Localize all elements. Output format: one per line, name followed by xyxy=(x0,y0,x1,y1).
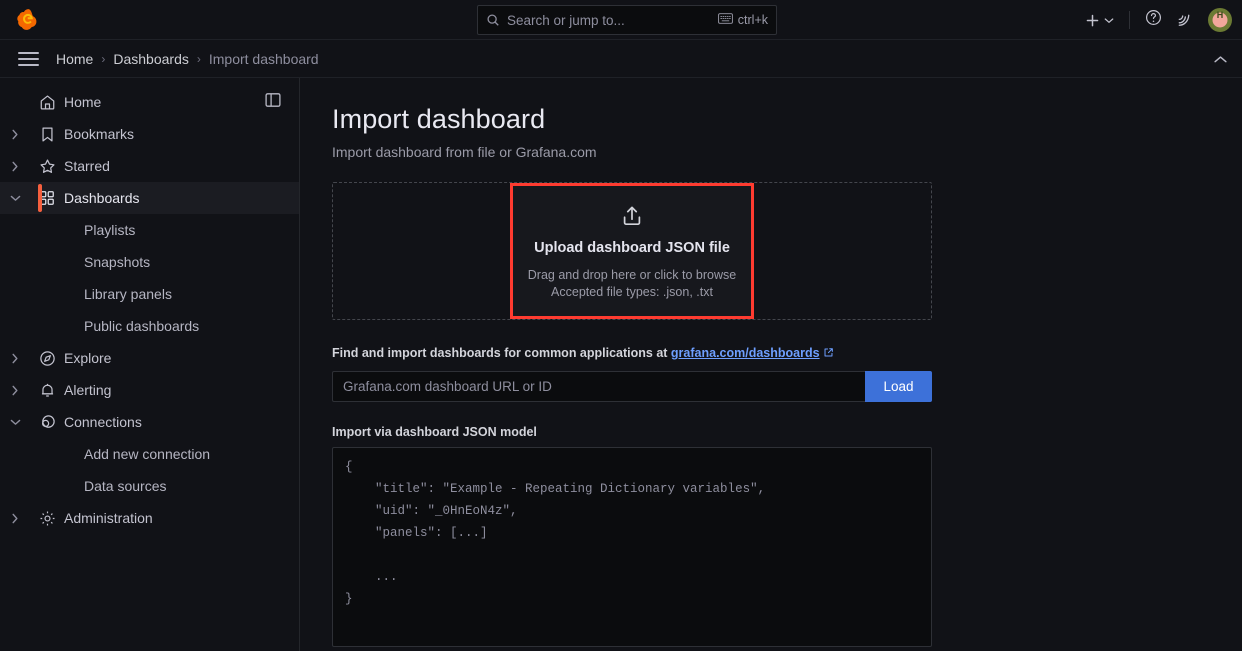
breadcrumb-item-dashboards[interactable]: Dashboards xyxy=(113,51,189,67)
dropzone-hint-line-1: Drag and drop here or click to browse xyxy=(528,267,736,284)
app-body: Home Bookmarks xyxy=(0,78,1242,651)
breadcrumb-bar: Home › Dashboards › Import dashboard xyxy=(0,40,1242,78)
divider xyxy=(1129,11,1130,29)
sidebar-item-add-new-connection[interactable]: Add new connection xyxy=(0,438,299,470)
breadcrumb-separator: › xyxy=(101,52,105,66)
search-placeholder: Search or jump to... xyxy=(507,13,711,28)
search-shortcut: ctrl+k xyxy=(718,11,768,29)
grafana-dashboards-link[interactable]: grafana.com/dashboards xyxy=(671,346,820,360)
gear-icon xyxy=(30,510,64,527)
avatar-initial: H xyxy=(1208,10,1232,20)
active-indicator xyxy=(38,184,42,212)
hamburger-menu-icon[interactable] xyxy=(0,40,56,78)
breadcrumb-item-import-dashboard: Import dashboard xyxy=(209,51,319,67)
sidebar-item-label: Playlists xyxy=(84,222,135,238)
chevron-up-icon[interactable] xyxy=(1213,40,1228,78)
highlight-box: Upload dashboard JSON file Drag and drop… xyxy=(510,183,754,319)
breadcrumb: Home › Dashboards › Import dashboard xyxy=(56,51,319,67)
url-import-row: Load xyxy=(332,371,932,402)
chevron-right-icon[interactable] xyxy=(0,513,30,524)
star-icon xyxy=(30,158,64,175)
dropzone-hint-line-2: Accepted file types: .json, .txt xyxy=(551,284,713,301)
page-title: Import dashboard xyxy=(332,104,1242,135)
sidebar-item-administration[interactable]: Administration xyxy=(0,502,299,534)
chevron-down-icon xyxy=(1104,17,1114,24)
avatar[interactable]: H xyxy=(1208,8,1232,32)
chevron-right-icon[interactable] xyxy=(0,129,30,140)
search-icon xyxy=(486,13,500,27)
bookmark-icon xyxy=(30,126,64,143)
url-section-label: Find and import dashboards for common ap… xyxy=(332,346,1242,361)
chevron-down-icon[interactable] xyxy=(0,194,30,202)
dropzone[interactable]: Upload dashboard JSON file Drag and drop… xyxy=(332,182,932,320)
sidebar-item-connections[interactable]: Connections xyxy=(0,406,299,438)
load-button[interactable]: Load xyxy=(865,371,932,402)
chevron-right-icon[interactable] xyxy=(0,161,30,172)
keyboard-icon xyxy=(718,11,733,29)
sidebar-item-bookmarks[interactable]: Bookmarks xyxy=(0,118,299,150)
sidebar-item-label: Administration xyxy=(64,510,153,526)
breadcrumb-separator: › xyxy=(197,52,201,66)
dropzone-title: Upload dashboard JSON file xyxy=(534,240,730,256)
sidebar-item-label: Dashboards xyxy=(64,190,140,206)
sidebar-item-label: Explore xyxy=(64,350,111,366)
connections-icon xyxy=(30,414,64,431)
new-button[interactable] xyxy=(1080,6,1119,34)
sidebar-item-label: Add new connection xyxy=(84,446,210,462)
top-bar-actions: H xyxy=(1080,0,1234,40)
bell-icon xyxy=(30,382,64,399)
sidebar-item-dashboards[interactable]: Dashboards xyxy=(0,182,299,214)
search-shortcut-label: ctrl+k xyxy=(738,13,768,27)
breadcrumb-item-home[interactable]: Home xyxy=(56,51,93,67)
sidebar-item-library-panels[interactable]: Library panels xyxy=(0,278,299,310)
sidebar-item-public-dashboards[interactable]: Public dashboards xyxy=(0,310,299,342)
help-circle-icon xyxy=(1145,9,1162,31)
page-subtitle: Import dashboard from file or Grafana.co… xyxy=(332,144,1242,160)
sidebar-item-data-sources[interactable]: Data sources xyxy=(0,470,299,502)
rss-icon xyxy=(1176,9,1193,31)
sidebar-item-label: Home xyxy=(64,94,101,110)
external-link-icon xyxy=(823,347,834,361)
sidebar: Home Bookmarks xyxy=(0,78,300,651)
sidebar-item-snapshots[interactable]: Snapshots xyxy=(0,246,299,278)
sidebar-item-playlists[interactable]: Playlists xyxy=(0,214,299,246)
help-button[interactable] xyxy=(1140,6,1167,34)
sidebar-item-label: Data sources xyxy=(84,478,166,494)
sidebar-item-explore[interactable]: Explore xyxy=(0,342,299,374)
sidebar-item-label: Connections xyxy=(64,414,142,430)
main-content: Import dashboard Import dashboard from f… xyxy=(300,78,1242,651)
sidebar-item-label: Alerting xyxy=(64,382,111,398)
home-icon xyxy=(30,94,64,111)
json-section-label: Import via dashboard JSON model xyxy=(332,425,1242,439)
sidebar-item-label: Public dashboards xyxy=(84,318,199,334)
sidebar-item-starred[interactable]: Starred xyxy=(0,150,299,182)
url-label-text: Find and import dashboards for common ap… xyxy=(332,346,671,360)
search-input[interactable]: Search or jump to... ctrl+k xyxy=(477,5,777,35)
sidebar-item-alerting[interactable]: Alerting xyxy=(0,374,299,406)
upload-dashboard-button[interactable]: Upload dashboard JSON file Drag and drop… xyxy=(513,186,751,316)
upload-icon xyxy=(620,204,644,233)
sidebar-item-home[interactable]: Home xyxy=(0,86,299,118)
dashboards-grid-icon xyxy=(30,190,64,206)
chevron-right-icon[interactable] xyxy=(0,353,30,364)
sidebar-item-label: Snapshots xyxy=(84,254,150,270)
sidebar-item-label: Bookmarks xyxy=(64,126,134,142)
dashboard-json-textarea[interactable] xyxy=(332,447,932,647)
chevron-right-icon[interactable] xyxy=(0,385,30,396)
dashboard-url-input[interactable] xyxy=(332,371,865,402)
chevron-down-icon[interactable] xyxy=(0,418,30,426)
grafana-logo-icon[interactable] xyxy=(0,8,56,31)
top-bar: Search or jump to... ctrl+k xyxy=(0,0,1242,40)
sidebar-item-label: Library panels xyxy=(84,286,172,302)
compass-icon xyxy=(30,350,64,367)
sidebar-item-label: Starred xyxy=(64,158,110,174)
news-button[interactable] xyxy=(1171,6,1198,34)
